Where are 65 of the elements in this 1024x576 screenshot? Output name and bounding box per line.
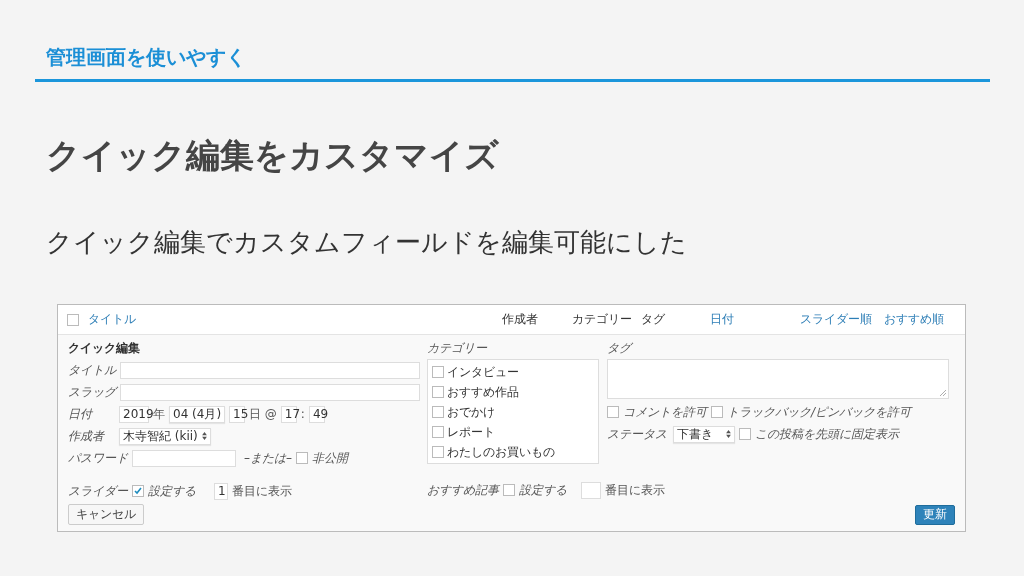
order-suffix: 番目に表示 — [605, 481, 665, 499]
checkbox-label: 設定する — [519, 481, 567, 499]
day-unit: 日 @ — [249, 405, 277, 423]
checkbox[interactable] — [503, 484, 515, 496]
cancel-button[interactable]: キャンセル — [68, 504, 144, 525]
checkbox[interactable] — [432, 426, 444, 438]
slide-heading: クイック編集をカスタマイズ — [46, 134, 499, 176]
field-label: 日付 — [68, 405, 94, 423]
checkbox[interactable] — [132, 485, 144, 497]
time-separator: : — [300, 407, 305, 421]
field-label: タイトル — [68, 361, 116, 379]
resize-grip-icon — [940, 390, 946, 396]
checkbox[interactable] — [739, 428, 751, 440]
category-label: わたしのお買いもの — [447, 443, 555, 461]
column-sort-link[interactable]: タイトル — [88, 312, 136, 326]
quick-edit-title: クイック編集 — [68, 339, 140, 357]
checkbox-label: 設定する — [148, 482, 196, 500]
month-select[interactable]: 04 (4月) — [169, 405, 225, 423]
field-label: スライダー — [68, 482, 128, 500]
hour-field[interactable]: 17 — [280, 405, 297, 423]
checkbox[interactable] — [711, 406, 723, 418]
order-suffix: 番目に表示 — [232, 482, 292, 500]
checkbox-label: この投稿を先頭に固定表示 — [755, 425, 899, 443]
slider-order-field[interactable]: 1 — [214, 482, 228, 500]
field-label: タグ — [607, 339, 631, 357]
tags-textarea[interactable] — [607, 359, 949, 399]
column-sort-link[interactable]: スライダー順 — [800, 312, 872, 326]
column-sort-link[interactable]: 日付 — [710, 312, 734, 326]
checkbox[interactable] — [432, 386, 444, 398]
status-select[interactable]: 下書き — [673, 425, 735, 443]
column-sort-link[interactable]: おすすめ順 — [884, 312, 944, 326]
field-label: 作成者 — [68, 427, 106, 445]
column-header: 作成者 — [502, 312, 538, 326]
column-header: タグ — [641, 312, 665, 326]
update-button[interactable]: 更新 — [915, 504, 955, 525]
field-label: パスワード — [68, 449, 128, 467]
slug-field[interactable] — [120, 383, 420, 401]
author-select[interactable]: 木寺智紀 (kii) — [119, 427, 211, 445]
updown-icon — [202, 432, 207, 440]
checkbox[interactable] — [432, 366, 444, 378]
title-field[interactable] — [120, 361, 420, 379]
field-label: おすすめ記事 — [427, 481, 499, 499]
checkbox[interactable] — [607, 406, 619, 418]
category-label: レポート — [447, 423, 495, 441]
slide-subtitle: クイック編集でカスタムフィールドを編集可能にした — [46, 226, 687, 259]
password-field[interactable] — [132, 449, 236, 467]
field-label: スラッグ — [68, 383, 116, 401]
updown-icon — [726, 430, 731, 438]
checkbox-label: コメントを許可 — [623, 403, 707, 421]
category-label: おすすめ作品 — [447, 383, 519, 401]
checkbox[interactable] — [296, 452, 308, 464]
featured-order-field[interactable] — [581, 481, 601, 499]
checkbox[interactable] — [67, 313, 79, 326]
field-label: カテゴリー — [427, 339, 487, 357]
field-label: ステータス — [607, 425, 667, 443]
year-unit: 年 — [153, 405, 165, 423]
category-label: おでかけ — [447, 403, 495, 421]
or-text: –または– — [244, 449, 292, 467]
checkbox[interactable] — [432, 446, 444, 458]
checkbox-label: トラックバック/ピンバックを許可 — [727, 403, 912, 421]
section-title: 管理画面を使いやすく — [46, 44, 246, 70]
column-header: カテゴリー — [572, 312, 632, 326]
checkbox-label: 非公開 — [312, 449, 348, 467]
checkbox[interactable] — [432, 406, 444, 418]
category-label: インタビュー — [447, 363, 519, 381]
